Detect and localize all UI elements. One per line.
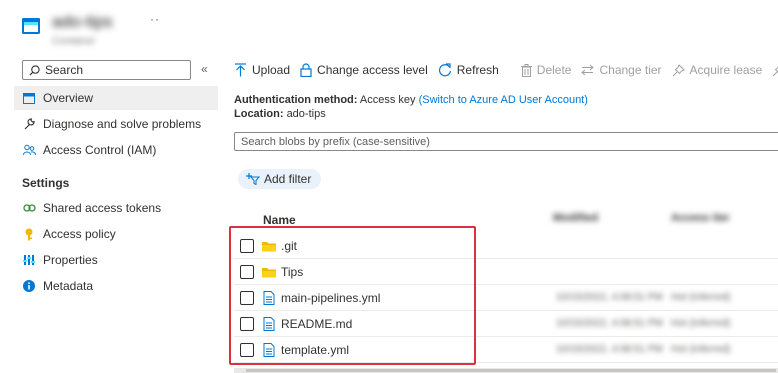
key-icon bbox=[22, 227, 36, 241]
folder-icon bbox=[262, 242, 276, 252]
sidebar-item-label: Metadata bbox=[43, 279, 94, 293]
break-lease-icon bbox=[772, 66, 778, 76]
location-line: Location: ado-tips bbox=[234, 108, 326, 120]
add-filter-icon bbox=[246, 173, 260, 185]
row-checkbox[interactable] bbox=[240, 239, 254, 253]
blob-search-box[interactable] bbox=[234, 132, 778, 151]
add-filter-label: Add filter bbox=[264, 172, 312, 186]
resource-title: ado-tips bbox=[52, 12, 113, 31]
blob-search-input[interactable] bbox=[241, 135, 761, 148]
refresh-label: Refresh bbox=[456, 63, 499, 77]
search-icon bbox=[29, 64, 40, 76]
delete-label: Delete bbox=[536, 63, 572, 77]
row-modified: 10/15/2022, 4:08:51 PM bbox=[556, 318, 663, 329]
row-access-tier: Hot (Inferred) bbox=[671, 318, 731, 329]
row-name[interactable]: README.md bbox=[281, 317, 352, 331]
add-filter-button[interactable]: Add filter bbox=[238, 169, 322, 189]
column-header-modified[interactable]: Modified bbox=[553, 212, 598, 224]
change-access-level-button[interactable]: Change access level bbox=[300, 63, 428, 77]
row-access-tier: Hot (Inferred) bbox=[671, 292, 731, 303]
column-header-name[interactable]: Name bbox=[263, 213, 296, 227]
collapse-sidebar-button[interactable]: « bbox=[201, 62, 208, 76]
refresh-icon bbox=[438, 63, 451, 77]
people-icon bbox=[22, 143, 36, 157]
file-icon bbox=[263, 291, 275, 305]
row-modified: 10/15/2022, 4:08:51 PM bbox=[556, 292, 663, 303]
change-tier-label: Change tier bbox=[599, 63, 662, 77]
sidebar-item-label: Access policy bbox=[43, 227, 116, 241]
row-name[interactable]: Tips bbox=[281, 265, 303, 279]
info-icon bbox=[22, 279, 36, 293]
upload-button[interactable]: Upload bbox=[234, 63, 290, 77]
scrollbar-thumb[interactable] bbox=[246, 369, 776, 372]
table-row[interactable]: .git bbox=[234, 233, 778, 259]
break-lease-button[interactable] bbox=[772, 64, 778, 77]
resource-subtitle: Container bbox=[52, 36, 96, 47]
location-label: Location: bbox=[234, 108, 284, 120]
horizontal-scrollbar[interactable] bbox=[234, 368, 778, 373]
more-options-button[interactable]: ·· bbox=[150, 12, 160, 26]
sidebar-item-diagnose[interactable]: Diagnose and solve problems bbox=[14, 112, 218, 136]
storage-container-icon bbox=[22, 18, 40, 34]
row-checkbox[interactable] bbox=[240, 343, 254, 357]
upload-icon bbox=[235, 63, 246, 77]
file-icon bbox=[263, 343, 275, 357]
sidebar-item-metadata[interactable]: Metadata bbox=[14, 274, 218, 298]
row-name[interactable]: template.yml bbox=[281, 343, 349, 357]
sidebar-item-label: Diagnose and solve problems bbox=[43, 117, 202, 131]
wrench-icon bbox=[22, 117, 36, 131]
sidebar: « Overview Diagnose and solve problems A… bbox=[0, 52, 222, 373]
link-icon bbox=[22, 201, 36, 215]
table-row[interactable]: README.md 10/15/2022, 4:08:51 PM Hot (In… bbox=[234, 311, 778, 337]
sidebar-item-label: Properties bbox=[43, 253, 98, 267]
upload-label: Upload bbox=[252, 63, 291, 77]
sidebar-item-overview[interactable]: Overview bbox=[14, 86, 218, 110]
pin-icon bbox=[672, 63, 685, 76]
sidebar-item-shared-access-tokens[interactable]: Shared access tokens bbox=[14, 196, 218, 220]
properties-icon bbox=[22, 253, 36, 267]
switch-auth-link[interactable]: (Switch to Azure AD User Account) bbox=[419, 94, 588, 106]
table-row[interactable]: template.yml 10/15/2022, 4:08:51 PM Hot … bbox=[234, 337, 778, 363]
file-icon bbox=[263, 317, 275, 331]
acquire-lease-label: Acquire lease bbox=[689, 63, 763, 77]
row-name[interactable]: main-pipelines.yml bbox=[281, 291, 380, 305]
acquire-lease-button[interactable]: Acquire lease bbox=[672, 63, 763, 77]
refresh-button[interactable]: Refresh bbox=[438, 63, 499, 77]
sidebar-item-properties[interactable]: Properties bbox=[14, 248, 218, 272]
sidebar-item-label: Access Control (IAM) bbox=[43, 143, 157, 157]
search-input[interactable] bbox=[45, 63, 185, 77]
delete-button[interactable]: Delete bbox=[520, 63, 572, 77]
table-row[interactable]: main-pipelines.yml 10/15/2022, 4:08:51 P… bbox=[234, 285, 778, 311]
column-header-access-tier[interactable]: Access tier bbox=[671, 212, 730, 224]
row-checkbox[interactable] bbox=[240, 265, 254, 279]
auth-method-label: Authentication method: bbox=[234, 94, 358, 106]
row-checkbox[interactable] bbox=[240, 291, 254, 305]
auth-method-line: Authentication method: Access key (Switc… bbox=[234, 94, 588, 106]
trash-icon bbox=[520, 63, 532, 77]
auth-method-value: Access key bbox=[359, 94, 416, 106]
change-tier-button[interactable]: Change tier bbox=[581, 63, 662, 77]
settings-heading: Settings bbox=[22, 176, 70, 190]
sidebar-item-label: Overview bbox=[43, 91, 94, 105]
command-bar: Upload Change access level Refresh Delet… bbox=[234, 58, 778, 82]
row-checkbox[interactable] bbox=[240, 317, 254, 331]
overview-icon bbox=[22, 91, 36, 105]
change-access-level-label: Change access level bbox=[317, 63, 428, 77]
sidebar-search[interactable] bbox=[22, 60, 191, 80]
row-modified: 10/15/2022, 4:08:51 PM bbox=[556, 344, 663, 355]
sidebar-item-access-policy[interactable]: Access policy bbox=[14, 222, 218, 246]
location-value: ado-tips bbox=[286, 108, 326, 120]
sidebar-item-iam[interactable]: Access Control (IAM) bbox=[14, 138, 218, 162]
row-access-tier: Hot (Inferred) bbox=[671, 344, 731, 355]
swap-icon bbox=[581, 64, 595, 76]
blade-header: ado-tips Container ·· bbox=[0, 0, 778, 52]
folder-icon bbox=[262, 268, 276, 278]
row-name[interactable]: .git bbox=[281, 239, 297, 253]
sidebar-item-label: Shared access tokens bbox=[43, 201, 162, 215]
table-row[interactable]: Tips bbox=[234, 259, 778, 285]
lock-icon bbox=[300, 63, 312, 77]
